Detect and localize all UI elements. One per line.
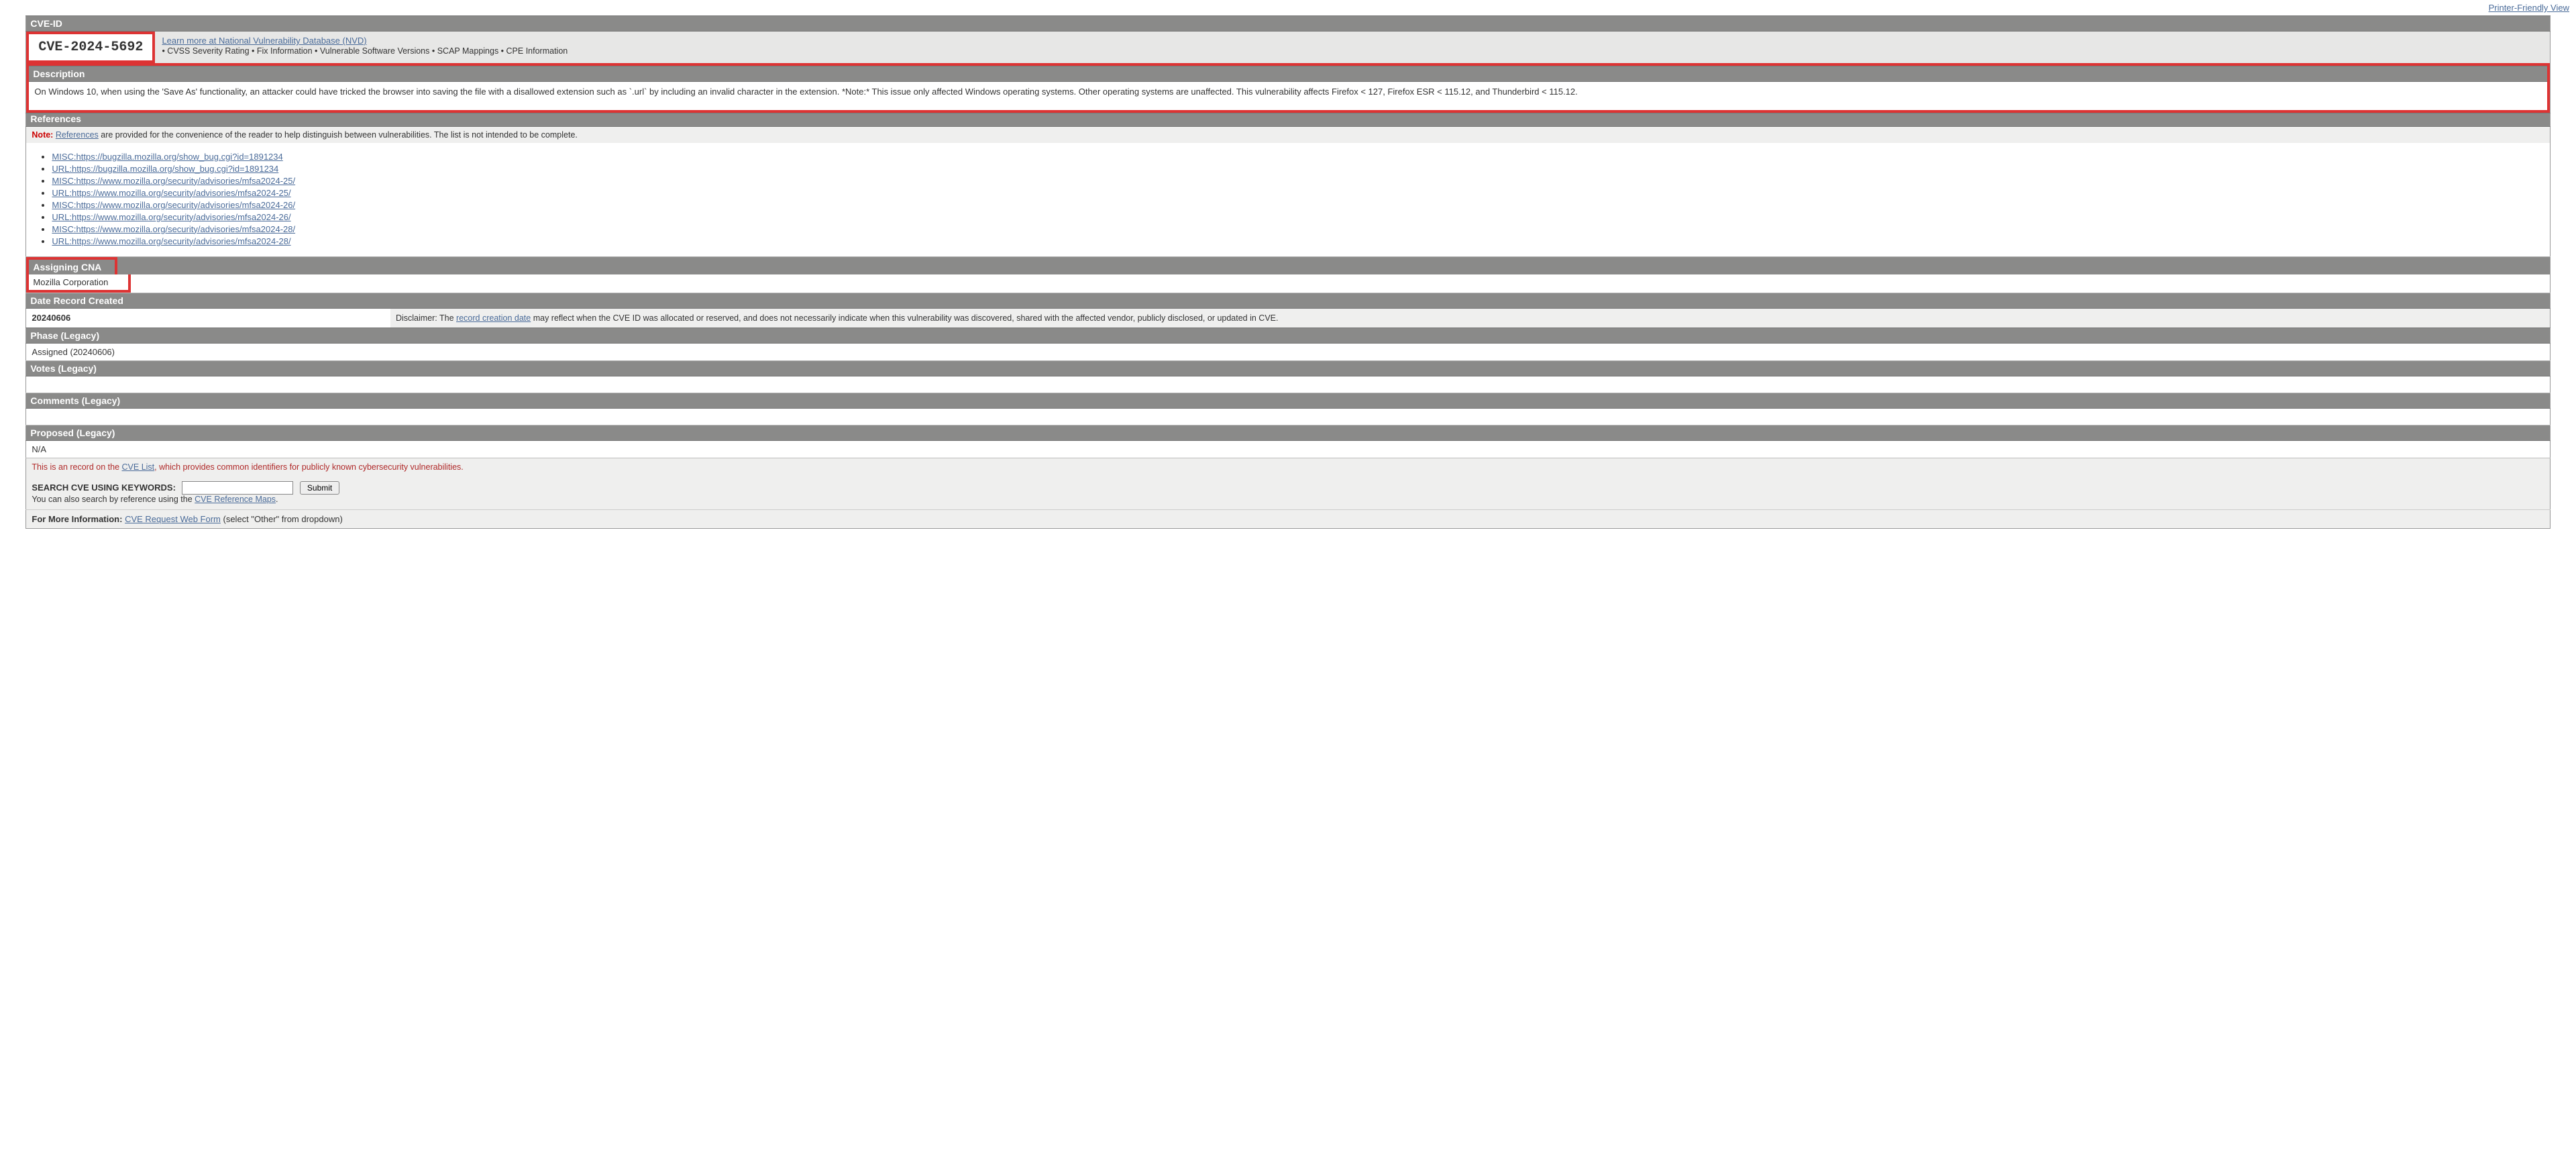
cve-id-value: CVE-2024-5692 bbox=[26, 32, 155, 63]
references-header: References bbox=[26, 113, 2550, 126]
assigning-cna-value: Mozilla Corporation bbox=[26, 274, 131, 293]
reference-item: MISC:https://www.mozilla.org/security/ad… bbox=[52, 224, 2544, 234]
reference-item: URL:https://www.mozilla.org/security/adv… bbox=[52, 188, 2544, 198]
reference-link[interactable]: MISC:https://www.mozilla.org/security/ad… bbox=[52, 224, 295, 234]
votes-header: Votes (Legacy) bbox=[26, 361, 2550, 376]
proposed-header: Proposed (Legacy) bbox=[26, 425, 2550, 441]
description-text: On Windows 10, when using the 'Save As' … bbox=[26, 82, 2549, 113]
references-note: Note: References are provided for the co… bbox=[26, 126, 2550, 143]
votes-value bbox=[26, 376, 2550, 393]
date-record-created-header: Date Record Created bbox=[26, 293, 2550, 308]
cve-list-note: This is an record on the CVE List, which… bbox=[26, 458, 2550, 476]
date-record-created-value: 20240606 bbox=[26, 309, 390, 328]
reference-item: MISC:https://www.mozilla.org/security/ad… bbox=[52, 176, 2544, 186]
nvd-link[interactable]: Learn more at National Vulnerability Dat… bbox=[162, 36, 366, 46]
cve-reference-maps-link[interactable]: CVE Reference Maps bbox=[195, 495, 276, 504]
reference-item: MISC:https://bugzilla.mozilla.org/show_b… bbox=[52, 152, 2544, 162]
description-header: Description bbox=[29, 66, 2546, 82]
assigning-cna-header-row: Assigning CNA bbox=[26, 256, 2550, 274]
cve-bullets: • CVSS Severity Rating • Fix Information… bbox=[162, 46, 568, 56]
phase-header: Phase (Legacy) bbox=[26, 328, 2550, 344]
references-list: MISC:https://bugzilla.mozilla.org/show_b… bbox=[52, 152, 2544, 246]
reference-item: URL:https://www.mozilla.org/security/adv… bbox=[52, 236, 2544, 246]
reference-link[interactable]: URL:https://www.mozilla.org/security/adv… bbox=[52, 188, 290, 198]
cve-request-form-link[interactable]: CVE Request Web Form bbox=[125, 514, 221, 524]
comments-value bbox=[26, 409, 2550, 425]
reference-link[interactable]: MISC:https://bugzilla.mozilla.org/show_b… bbox=[52, 152, 282, 162]
search-row: SEARCH CVE USING KEYWORDS: You can also … bbox=[26, 476, 2550, 510]
reference-item: URL:https://bugzilla.mozilla.org/show_bu… bbox=[52, 164, 2544, 174]
phase-value: Assigned (20240606) bbox=[26, 344, 2550, 361]
submit-button[interactable] bbox=[300, 481, 339, 495]
reference-link[interactable]: URL:https://www.mozilla.org/security/adv… bbox=[52, 236, 290, 246]
disclaimer-text: Disclaimer: The record creation date may… bbox=[390, 309, 2550, 328]
reference-link[interactable]: MISC:https://www.mozilla.org/security/ad… bbox=[52, 200, 295, 210]
search-label: SEARCH CVE USING KEYWORDS: bbox=[32, 483, 176, 493]
comments-header: Comments (Legacy) bbox=[26, 393, 2550, 409]
printer-friendly-link[interactable]: Printer-Friendly View bbox=[2489, 3, 2569, 13]
reference-item: URL:https://www.mozilla.org/security/adv… bbox=[52, 212, 2544, 222]
record-creation-date-link[interactable]: record creation date bbox=[456, 313, 531, 323]
reference-link[interactable]: URL:https://bugzilla.mozilla.org/show_bu… bbox=[52, 164, 278, 174]
cve-list-link[interactable]: CVE List bbox=[122, 462, 155, 472]
more-info-row: For More Information: CVE Request Web Fo… bbox=[26, 510, 2550, 529]
reference-link[interactable]: URL:https://www.mozilla.org/security/adv… bbox=[52, 212, 290, 222]
reference-link[interactable]: MISC:https://www.mozilla.org/security/ad… bbox=[52, 176, 295, 186]
cve-id-header: CVE-ID bbox=[26, 16, 2550, 32]
reference-item: MISC:https://www.mozilla.org/security/ad… bbox=[52, 200, 2544, 210]
references-note-link[interactable]: References bbox=[56, 130, 99, 140]
proposed-value: N/A bbox=[26, 441, 2550, 458]
search-input[interactable] bbox=[182, 481, 293, 495]
